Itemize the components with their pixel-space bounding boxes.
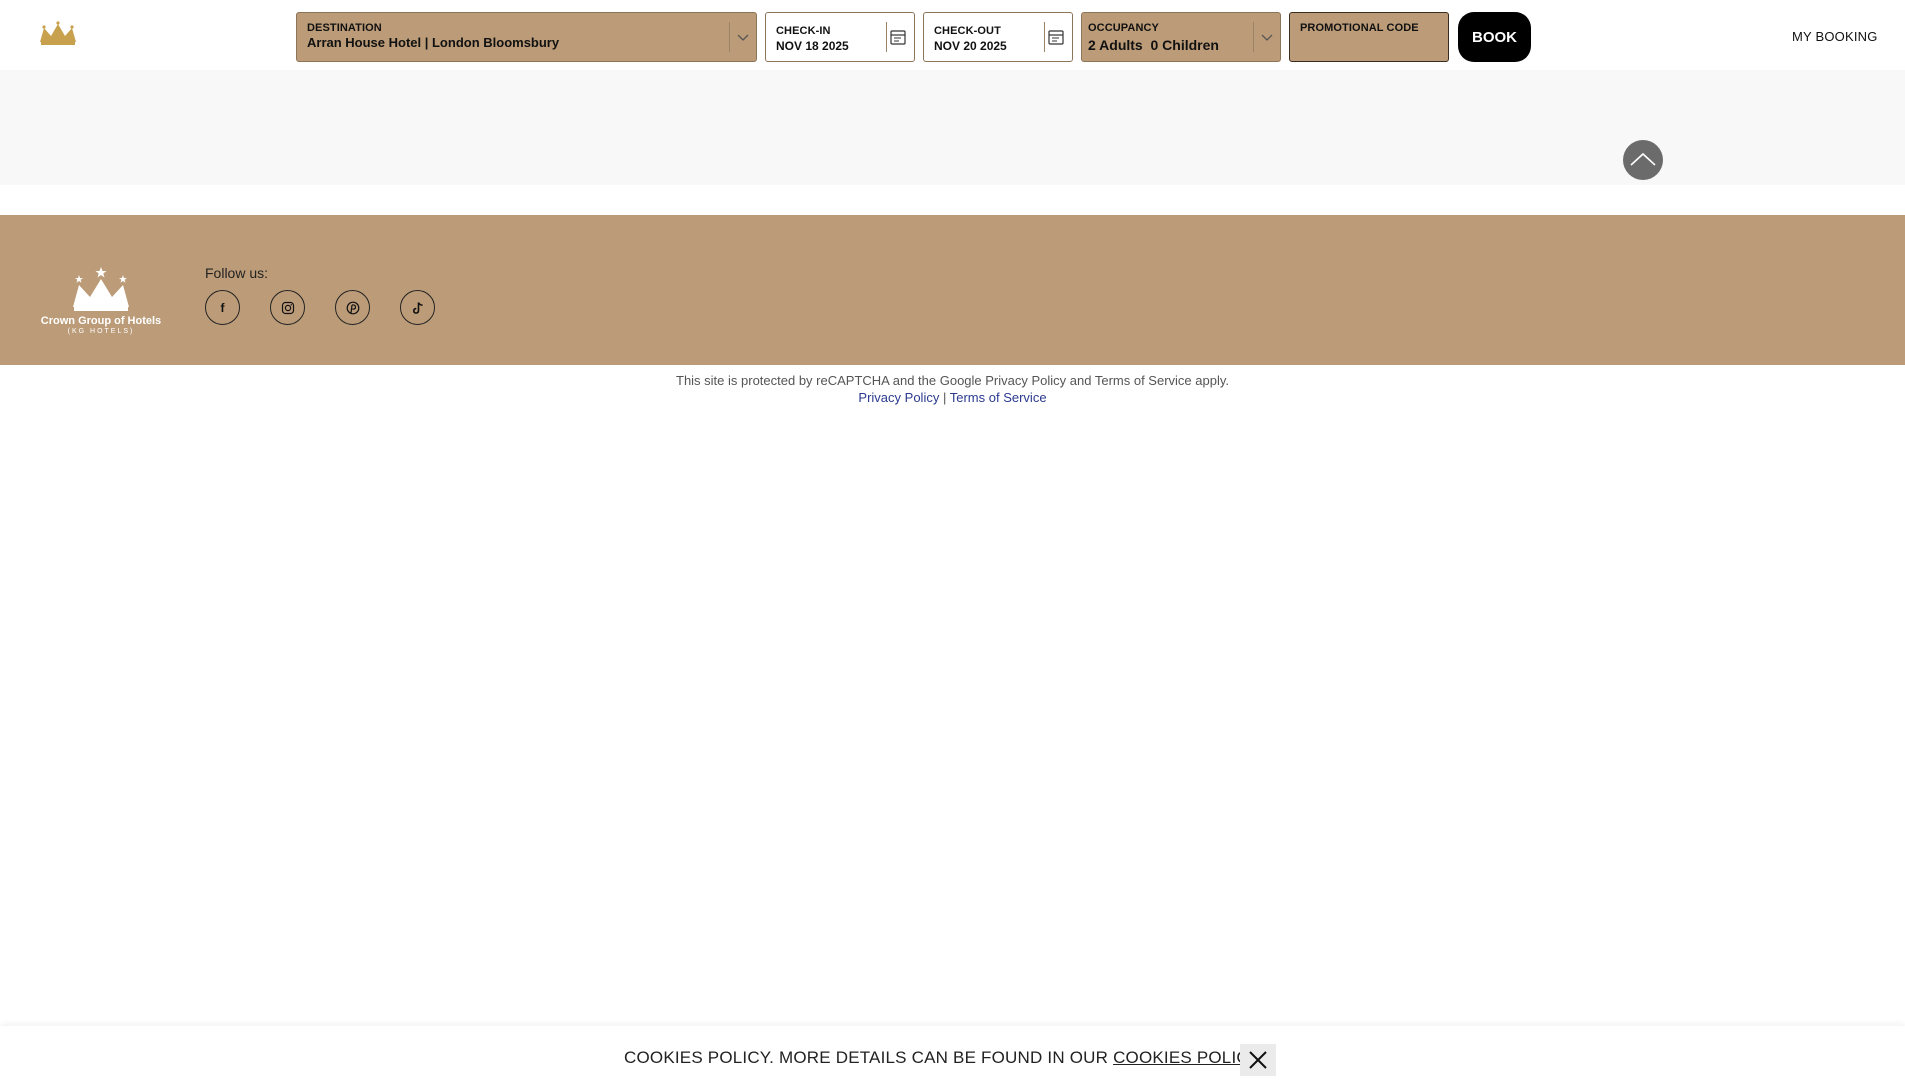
- footer-brand-sub: (KG HOTELS): [67, 328, 135, 335]
- terms-of-service-link[interactable]: Terms of Service: [950, 390, 1047, 405]
- facebook-icon: f: [220, 300, 225, 315]
- destination-value: Arran House Hotel | London Bloomsbury: [307, 35, 560, 50]
- chevron-down-icon: [737, 34, 749, 41]
- footer-brand-name: Crown Group of Hotels: [40, 315, 162, 327]
- scroll-to-top-button[interactable]: [1623, 140, 1663, 180]
- occupancy-value: 2 Adults 0 Children: [1088, 37, 1219, 53]
- check-out-divider: [1044, 22, 1045, 52]
- destination-divider: [729, 22, 730, 52]
- tiktok-link[interactable]: [400, 290, 435, 325]
- instagram-link[interactable]: [270, 290, 305, 325]
- follow-us-label: Follow us:: [205, 265, 269, 281]
- occupancy-label: OCCUPANCY: [1088, 22, 1159, 34]
- crown-icon: [73, 267, 129, 311]
- facebook-link[interactable]: f: [205, 290, 240, 325]
- check-in-label: CHECK-IN: [776, 25, 831, 37]
- crown-logo[interactable]: [20, 16, 96, 62]
- cookie-banner: COOKIES POLICY. MORE DETAILS CAN BE FOUN…: [0, 1026, 1905, 1082]
- chevron-up-icon: [1630, 152, 1656, 166]
- recaptcha-notice: This site is protected by reCAPTCHA and …: [676, 373, 1229, 388]
- promo-code-label: PROMOTIONAL CODE: [1300, 22, 1419, 34]
- check-out-value: NOV 20 2025: [934, 39, 1007, 53]
- calendar-icon: [1048, 30, 1064, 45]
- cookie-close-button[interactable]: [1240, 1044, 1276, 1076]
- check-out-field[interactable]: CHECK-OUT NOV 20 2025: [923, 12, 1073, 62]
- tiktok-icon: [412, 301, 423, 314]
- occupancy-select[interactable]: OCCUPANCY 2 Adults 0 Children: [1081, 12, 1281, 62]
- pinterest-link[interactable]: [335, 290, 370, 325]
- content-band: [0, 70, 1905, 185]
- privacy-policy-link[interactable]: Privacy Policy: [858, 390, 939, 405]
- footer: Crown Group of Hotels (KG HOTELS) Follow…: [0, 215, 1905, 365]
- promo-code-input[interactable]: [1299, 37, 1439, 57]
- instagram-icon: [281, 301, 294, 314]
- chevron-down-icon: [1261, 34, 1273, 41]
- legal-separator: |: [942, 390, 947, 405]
- crown-group-logo: Crown Group of Hotels (KG HOTELS): [36, 267, 166, 342]
- legal-links: Privacy Policy | Terms of Service: [0, 390, 1905, 405]
- pinterest-icon: [346, 301, 359, 314]
- occupancy-divider: [1253, 22, 1254, 52]
- promo-code-field[interactable]: PROMOTIONAL CODE: [1289, 12, 1449, 62]
- calendar-icon: [890, 30, 906, 45]
- check-in-value: NOV 18 2025: [776, 39, 849, 53]
- check-out-label: CHECK-OUT: [934, 25, 1001, 37]
- booking-header: DESTINATION Arran House Hotel | London B…: [0, 0, 1905, 70]
- cookies-policy-link[interactable]: COOKIES POLICY: [1113, 1048, 1260, 1067]
- close-icon: [1249, 1051, 1267, 1069]
- book-button[interactable]: BOOK: [1458, 12, 1531, 62]
- destination-select[interactable]: DESTINATION Arran House Hotel | London B…: [296, 12, 757, 62]
- destination-label: DESTINATION: [307, 22, 382, 34]
- cookie-message: COOKIES POLICY. MORE DETAILS CAN BE FOUN…: [624, 1048, 1260, 1068]
- check-in-divider: [886, 22, 887, 52]
- check-in-field[interactable]: CHECK-IN NOV 18 2025: [765, 12, 915, 62]
- cookie-text: COOKIES POLICY. MORE DETAILS CAN BE FOUN…: [624, 1048, 1109, 1067]
- my-booking-link[interactable]: MY BOOKING: [1792, 29, 1878, 44]
